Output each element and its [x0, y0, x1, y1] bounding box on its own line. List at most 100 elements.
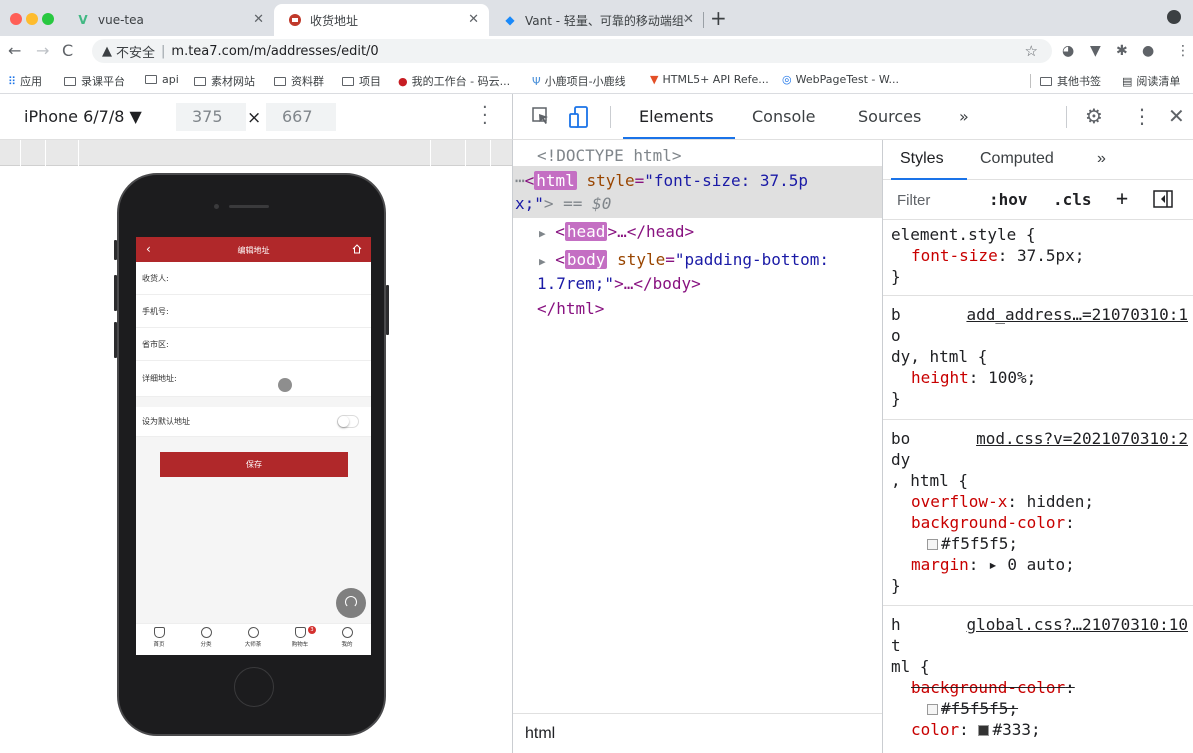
filter-input[interactable]: Filter [897, 192, 930, 209]
more-tabs-icon[interactable]: » [959, 107, 969, 126]
bookmark-other[interactable]: 其他书签 [1040, 73, 1101, 89]
device-select[interactable]: iPhone 6/7/8 ▼ [24, 107, 142, 126]
bookmark-gitee[interactable]: ● 我的工作台 - 码云... [398, 73, 510, 89]
head-node[interactable]: ▶ < head >…</head> [539, 222, 694, 241]
tab-close-icon[interactable]: ✕ [468, 12, 479, 27]
style-declaration[interactable]: margin: ▸ 0 auto; [891, 554, 1193, 575]
html-close-node[interactable]: </html> [537, 299, 604, 318]
tab-close-icon[interactable]: ✕ [253, 12, 264, 27]
viewport-width-input[interactable]: 375 [176, 103, 246, 131]
region-field[interactable]: 省市区: [136, 328, 371, 361]
style-declaration[interactable]: overflow-x: hidden; [891, 491, 1193, 512]
inspect-element-icon[interactable] [531, 106, 551, 126]
breadcrumb: html [513, 713, 883, 753]
bookmark-webpagetest[interactable]: ◎ WebPageTest - W... [782, 73, 899, 86]
tabbar-category[interactable]: 分类 [191, 627, 221, 648]
bookmark-deer[interactable]: Ψ 小鹿项目-小鹿线 [532, 73, 626, 89]
color-swatch[interactable] [927, 704, 938, 715]
browser-tab-vue-tea[interactable]: V vue-tea ✕ [62, 4, 274, 36]
style-declaration[interactable]: height: 100%; [891, 367, 1193, 388]
reload-icon[interactable]: C [62, 41, 73, 60]
browser-toolbar: ← → C ▲ 不安全 | m.tea7.com/m/addresses/edi… [0, 36, 1193, 66]
window-minimize-button[interactable] [26, 13, 38, 25]
detail-address-field[interactable]: 详细地址: [136, 361, 371, 397]
style-declaration[interactable]: font-size: 37.5px; [891, 245, 1193, 266]
address-bar[interactable]: ▲ 不安全 | m.tea7.com/m/addresses/edit/0 ☆ [92, 39, 1052, 63]
device-toggle-icon[interactable] [569, 106, 589, 128]
folder-icon [1040, 76, 1052, 86]
security-label[interactable]: 不安全 [116, 42, 155, 61]
style-declaration[interactable]: background-color: [891, 512, 1193, 533]
tab-elements[interactable]: Elements [639, 107, 714, 126]
viewport-height-input[interactable]: 667 [266, 103, 336, 131]
body-node[interactable]: ▶ < body style="padding-bottom: [539, 250, 829, 269]
bookmark-folder[interactable]: 项目 [342, 73, 381, 89]
default-address-switch[interactable] [337, 415, 359, 428]
settings-gear-icon[interactable]: ⚙ [1085, 104, 1103, 128]
color-swatch[interactable] [978, 725, 990, 736]
tab-search-icon[interactable] [1167, 10, 1181, 24]
reading-list[interactable]: ▤ 阅读清单 [1122, 73, 1180, 89]
new-rule-button[interactable]: + [1116, 186, 1128, 210]
new-tab-button[interactable]: + [710, 6, 727, 30]
tab-close-icon[interactable]: ✕ [683, 12, 694, 27]
back-arrow-icon[interactable]: ← [8, 41, 21, 60]
save-button[interactable]: 保存 [160, 452, 348, 477]
hov-toggle[interactable]: :hov [989, 190, 1028, 209]
color-swatch[interactable] [927, 539, 938, 550]
tab-title: 收货地址 [310, 13, 359, 28]
media-query-ruler[interactable] [0, 140, 512, 166]
tab-styles[interactable]: Styles [900, 150, 944, 168]
browser-tab-vant[interactable]: ◆ Vant - 轻量、可靠的移动端组件 ✕ [489, 4, 704, 36]
phone-home-button [234, 667, 274, 707]
close-devtools-icon[interactable]: ✕ [1168, 104, 1185, 128]
bookmark-folder[interactable]: 资料群 [274, 73, 324, 89]
bookmark-folder[interactable]: api [145, 73, 179, 86]
style-declaration[interactable]: color: #333; [891, 719, 1193, 740]
bookmark-html5[interactable]: ▼ HTML5+ API Refe... [650, 73, 769, 86]
warning-triangle-icon[interactable]: ▲ [102, 44, 112, 59]
bookmark-star-icon[interactable]: ☆ [1025, 42, 1038, 60]
html-node[interactable]: ⋯< html style="font-size: 37.5p [515, 171, 808, 190]
forward-arrow-icon[interactable]: → [36, 41, 49, 60]
bookmark-folder[interactable]: 录课平台 [64, 73, 125, 89]
phone-field[interactable]: 手机号: [136, 295, 371, 328]
webpagetest-icon: ◎ [782, 73, 792, 86]
customer-service-icon[interactable] [336, 588, 366, 618]
tab-sources[interactable]: Sources [858, 107, 921, 126]
more-tabs-icon[interactable]: » [1097, 150, 1106, 168]
toggle-sidebar-icon[interactable] [1153, 189, 1173, 213]
page-title: 编辑地址 [237, 246, 270, 255]
breadcrumb-html[interactable]: html [525, 725, 555, 742]
rule-source-link[interactable]: add_address…=21070310:1 [966, 304, 1188, 325]
expand-triangle-icon[interactable]: ▶ [539, 227, 546, 240]
window-zoom-button[interactable] [42, 13, 54, 25]
doctype-node[interactable]: <!DOCTYPE html> [537, 146, 682, 165]
extension-icon[interactable]: ◕ [1062, 43, 1074, 59]
device-more-icon[interactable]: · · · [482, 99, 488, 133]
rule-source-link[interactable]: global.css?…21070310:10 [966, 614, 1188, 635]
style-declaration-overridden[interactable]: background-color: [891, 677, 1193, 698]
browser-tab-address[interactable]: 收货地址 ✕ [274, 4, 489, 36]
extension-v-icon[interactable]: ▼ [1090, 43, 1101, 59]
tabbar-mine[interactable]: 我的 [332, 627, 362, 648]
tab-computed[interactable]: Computed [980, 150, 1054, 168]
home-icon[interactable] [352, 244, 362, 254]
profile-avatar-icon[interactable]: ● [1142, 43, 1154, 59]
expand-triangle-icon[interactable]: ▶ [539, 255, 546, 268]
devtools-menu-icon[interactable]: ⋮ [1132, 104, 1152, 128]
puzzle-icon[interactable]: ✱ [1116, 43, 1128, 59]
cls-toggle[interactable]: .cls [1053, 190, 1092, 209]
tab-console[interactable]: Console [752, 107, 816, 126]
phone-camera [214, 204, 219, 209]
bookmark-folder[interactable]: 素材网站 [194, 73, 255, 89]
body-node-continued: 1.7rem;">…</body> [537, 274, 701, 293]
url-text[interactable]: m.tea7.com/m/addresses/edit/0 [171, 44, 378, 59]
tabbar-home[interactable]: 首页 [144, 627, 174, 648]
bookmark-apps[interactable]: ⠿ 应用 [8, 73, 42, 89]
tabbar-master-tea[interactable]: 大师茶 [238, 627, 268, 648]
consignee-field[interactable]: 收货人: [136, 262, 371, 295]
browser-menu-icon[interactable]: ⋮ [1176, 43, 1190, 59]
window-close-button[interactable] [10, 13, 22, 25]
rule-source-link[interactable]: mod.css?v=2021070310:2 [976, 428, 1188, 449]
